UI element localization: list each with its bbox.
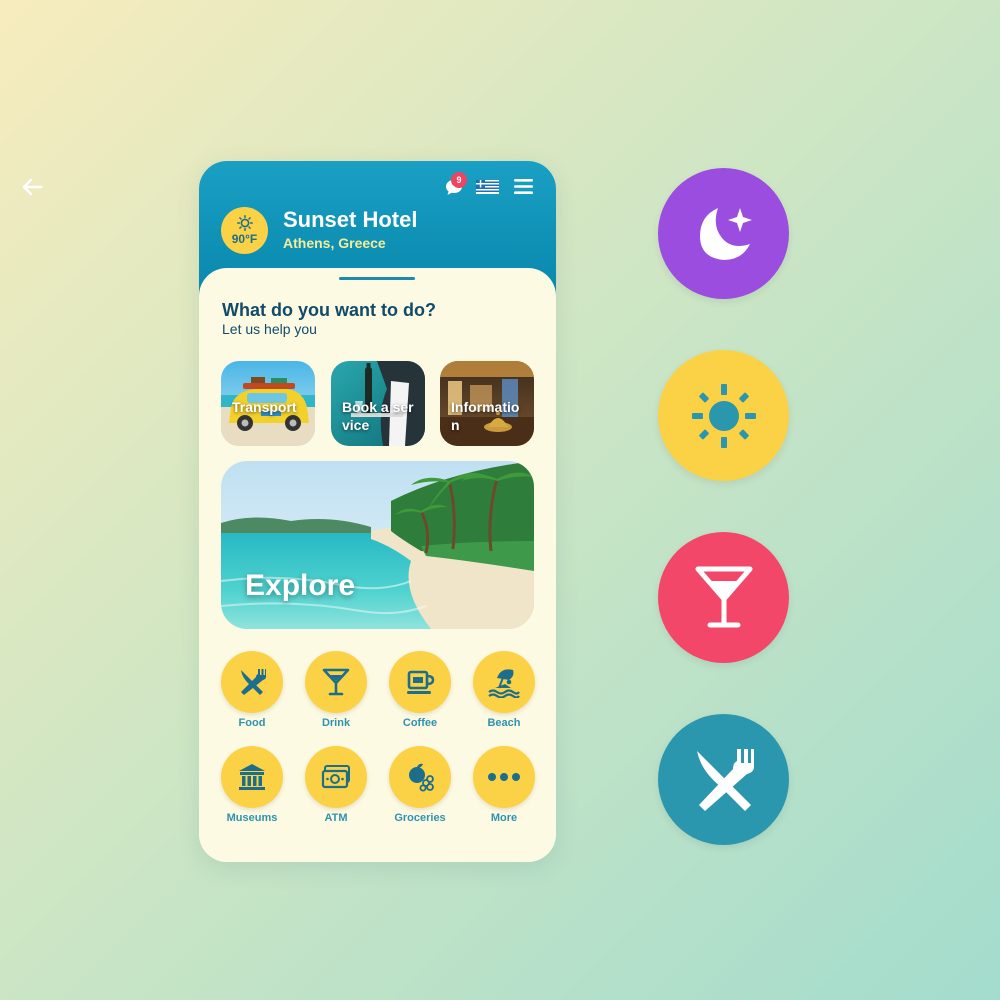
day-mode-button[interactable] [658,350,789,481]
category-drink[interactable]: Drink [304,651,368,741]
dining-button[interactable] [658,714,789,845]
coffee-cup-icon [407,670,435,694]
prompt-title: What do you want to do? [222,300,436,320]
explore-beach-image [221,461,534,629]
sun-icon [236,215,253,231]
category-groceries[interactable]: Groceries [388,746,452,836]
category-more-circle [473,746,535,808]
hotel-location: Athens, Greece [283,235,386,251]
information-tile[interactable]: Information [440,361,534,446]
category-groceries-circle [389,746,451,808]
greek-flag-icon [476,180,499,194]
fork-knife-icon [241,669,266,695]
arrow-left-icon [22,178,43,196]
category-atm[interactable]: ATM [304,746,368,836]
menu-button[interactable] [513,178,534,195]
category-coffee-circle [389,651,451,713]
category-more-label: More [490,812,518,824]
category-museums[interactable]: Museums [220,746,284,836]
prompt-subtitle: Let us help you [222,321,317,337]
museum-icon [239,764,265,790]
back-button[interactable] [20,176,44,198]
more-dots-icon [488,773,520,781]
weather-badge: 90°F [221,207,268,254]
category-atm-label: ATM [324,812,348,824]
beach-umbrella-icon [488,669,520,698]
category-beach-circle [473,651,535,713]
cocktail-icon [695,566,752,627]
drinks-button[interactable] [658,532,789,663]
language-button[interactable] [476,180,499,194]
category-museums-circle [221,746,283,808]
money-icon [321,765,350,789]
sheet-handle[interactable] [339,277,415,280]
category-groceries-label: Groceries [394,812,446,824]
category-museums-label: Museums [226,812,278,824]
information-label: Information [451,399,520,433]
explore-label: Explore [245,569,356,602]
category-beach[interactable]: Beach [472,651,536,741]
transport-tile[interactable]: Transport [221,361,315,446]
book-service-label: Book a service [342,399,414,433]
moon-star-icon [699,207,752,260]
sun-icon [691,383,756,448]
transport-label: Transport [232,399,297,415]
hotel-name: Sunset Hotel [283,207,418,232]
category-food-circle [221,651,283,713]
category-drink-circle [305,651,367,713]
category-beach-label: Beach [487,717,521,729]
groceries-icon [409,763,434,792]
night-mode-button[interactable] [658,168,789,299]
notification-badge: 9 [451,172,467,188]
category-drink-label: Drink [321,717,351,729]
book-service-tile[interactable]: Book a service [331,361,425,446]
hamburger-menu-icon [514,179,533,194]
cocktail-icon [322,668,350,696]
category-coffee[interactable]: Coffee [388,651,452,741]
temperature-text: 90°F [231,232,258,246]
category-coffee-label: Coffee [402,717,438,729]
category-more[interactable]: More [472,746,536,836]
category-atm-circle [305,746,367,808]
explore-banner[interactable] [221,461,534,629]
category-food-label: Food [238,717,266,729]
category-food[interactable]: Food [220,651,284,741]
fork-knife-icon [696,748,754,811]
